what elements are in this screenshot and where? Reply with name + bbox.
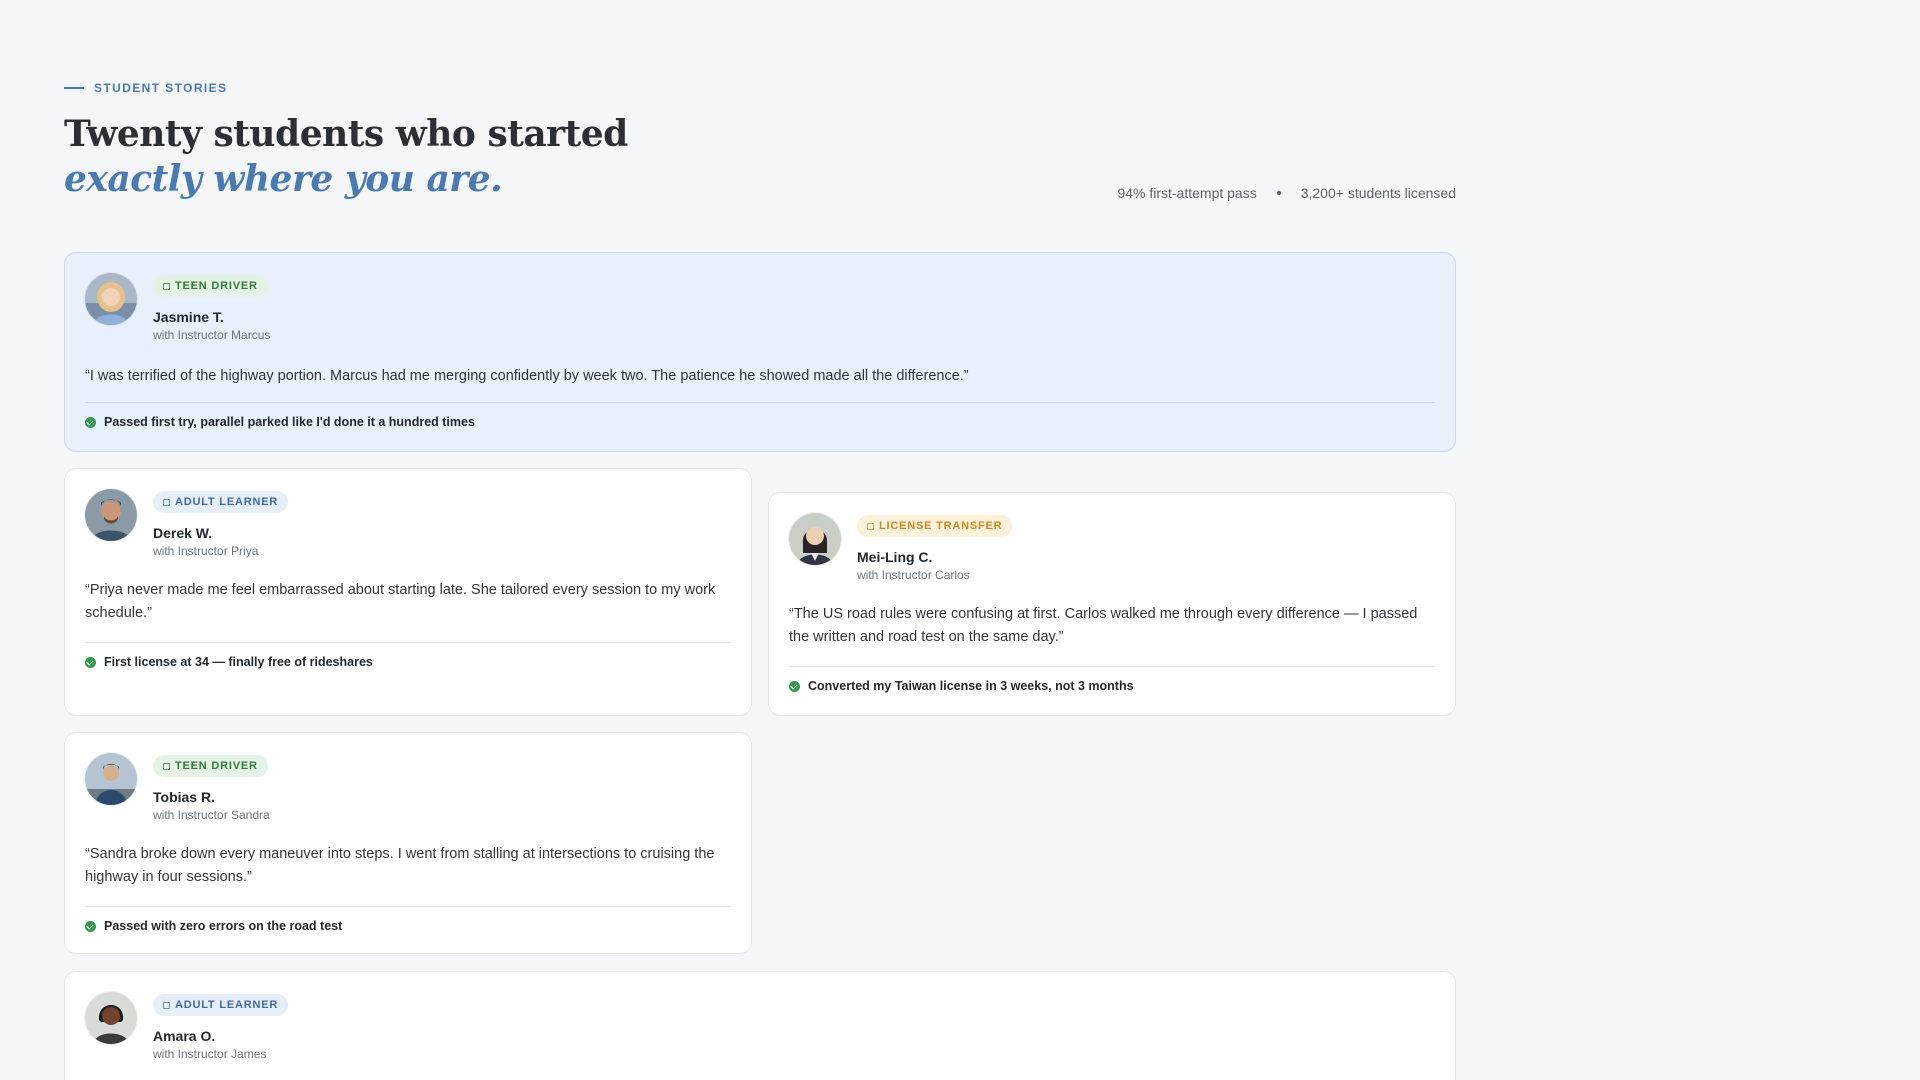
outcome-line: Passed first try, parallel parked like I…	[85, 415, 475, 429]
badge-icon	[163, 282, 170, 290]
stat-separator-dot	[1276, 191, 1281, 195]
student-name: Mei-Ling C.	[857, 549, 933, 565]
testimonial-card: TEEN DRIVER Tobias R. with Instructor Sa…	[64, 732, 752, 954]
testimonial-card-featured: TEEN DRIVER Jasmine T. with Instructor M…	[64, 252, 1456, 452]
testimonial-card: ADULT LEARNER Amara O. with Instructor J…	[64, 971, 1456, 1080]
student-name: Tobias R.	[153, 789, 215, 805]
card-divider	[85, 906, 731, 907]
badge-icon	[867, 522, 874, 530]
outcome-text: Converted my Taiwan license in 3 weeks, …	[808, 679, 1134, 693]
student-info: TEEN DRIVER Jasmine T. with Instructor M…	[153, 273, 270, 342]
testimonials-page: STUDENT STORIES Twenty students who star…	[0, 0, 1920, 1080]
card-header: ADULT LEARNER Amara O. with Instructor J…	[85, 992, 289, 1061]
badge-label: TEEN DRIVER	[175, 280, 258, 292]
card-header: ADULT LEARNER Derek W. with Instructor P…	[85, 489, 289, 558]
student-info: LICENSE TRANSFER Mei-Ling C. with Instru…	[857, 513, 1013, 582]
badge-label: TEEN DRIVER	[175, 760, 258, 772]
avatar	[85, 489, 137, 541]
card-header: TEEN DRIVER Tobias R. with Instructor Sa…	[85, 753, 270, 822]
card-divider	[85, 402, 1435, 403]
headline-line-1: Twenty students who started	[64, 113, 628, 155]
card-divider	[789, 666, 1435, 667]
category-badge: LICENSE TRANSFER	[857, 515, 1013, 537]
instructor-name: with Instructor Carlos	[857, 568, 970, 582]
check-circle-icon	[85, 920, 96, 932]
badge-label: ADULT LEARNER	[175, 496, 279, 508]
instructor-name: with Instructor Marcus	[153, 328, 271, 342]
avatar	[789, 513, 841, 565]
outcome-line: Passed with zero errors on the road test	[85, 919, 342, 933]
eyebrow-rule	[64, 87, 84, 89]
avatar-portrait-icon	[85, 489, 137, 541]
outcome-text: Passed with zero errors on the road test	[104, 919, 343, 933]
badge-icon	[163, 498, 170, 506]
check-circle-icon	[85, 656, 96, 668]
student-name: Amara O.	[153, 1028, 216, 1044]
testimonial-quote: “Priya never made me feel embarrassed ab…	[85, 582, 716, 621]
badge-icon	[163, 1001, 170, 1009]
avatar	[85, 273, 137, 325]
category-badge: TEEN DRIVER	[153, 275, 268, 297]
stat-pass-rate: 94% first-attempt pass	[1117, 185, 1257, 201]
headline-line-2: exactly where you are.	[64, 158, 503, 200]
student-info: ADULT LEARNER Derek W. with Instructor P…	[153, 489, 289, 558]
badge-label: LICENSE TRANSFER	[879, 520, 1003, 532]
category-badge: ADULT LEARNER	[153, 491, 289, 513]
outcome-line: Converted my Taiwan license in 3 weeks, …	[789, 679, 1134, 693]
card-divider	[85, 642, 731, 643]
avatar	[85, 753, 137, 805]
stat-licensed: 3,200+ students licensed	[1300, 185, 1456, 201]
outcome-text: First license at 34 — finally free of ri…	[104, 655, 373, 669]
avatar-portrait-icon	[85, 753, 137, 805]
testimonial-quote: “I was terrified of the highway portion.…	[85, 368, 969, 384]
instructor-name: with Instructor James	[153, 1047, 267, 1061]
testimonial-card: ADULT LEARNER Derek W. with Instructor P…	[64, 468, 752, 716]
badge-icon	[163, 762, 170, 770]
card-header: TEEN DRIVER Jasmine T. with Instructor M…	[85, 273, 270, 342]
avatar-portrait-icon	[789, 513, 841, 565]
category-badge: TEEN DRIVER	[153, 755, 268, 777]
avatar	[85, 992, 137, 1044]
testimonial-quote: “Sandra broke down every maneuver into s…	[85, 846, 715, 885]
testimonial-card: LICENSE TRANSFER Mei-Ling C. with Instru…	[768, 492, 1456, 716]
category-badge: ADULT LEARNER	[153, 994, 289, 1016]
student-info: TEEN DRIVER Tobias R. with Instructor Sa…	[153, 753, 270, 822]
outcome-text: Passed first try, parallel parked like I…	[104, 415, 475, 429]
instructor-name: with Instructor Sandra	[153, 808, 270, 822]
student-name: Derek W.	[153, 525, 213, 541]
stats-row: 94% first-attempt pass 3,200+ students l…	[1117, 185, 1456, 201]
avatar-portrait-icon	[85, 273, 137, 325]
testimonial-quote: “The US road rules were confusing at fir…	[789, 606, 1418, 645]
avatar-portrait-icon	[85, 992, 137, 1044]
student-info: ADULT LEARNER Amara O. with Instructor J…	[153, 992, 289, 1061]
instructor-name: with Instructor Priya	[153, 544, 259, 558]
eyebrow-label: STUDENT STORIES	[94, 81, 228, 95]
outcome-line: First license at 34 — finally free of ri…	[85, 655, 373, 669]
section-eyebrow: STUDENT STORIES	[64, 81, 227, 95]
check-circle-icon	[789, 680, 800, 692]
section-headline: Twenty students who started exactly wher…	[64, 112, 628, 202]
badge-label: ADULT LEARNER	[175, 999, 279, 1011]
card-header: LICENSE TRANSFER Mei-Ling C. with Instru…	[789, 513, 1013, 582]
student-name: Jasmine T.	[153, 309, 224, 325]
check-circle-icon	[85, 416, 96, 428]
